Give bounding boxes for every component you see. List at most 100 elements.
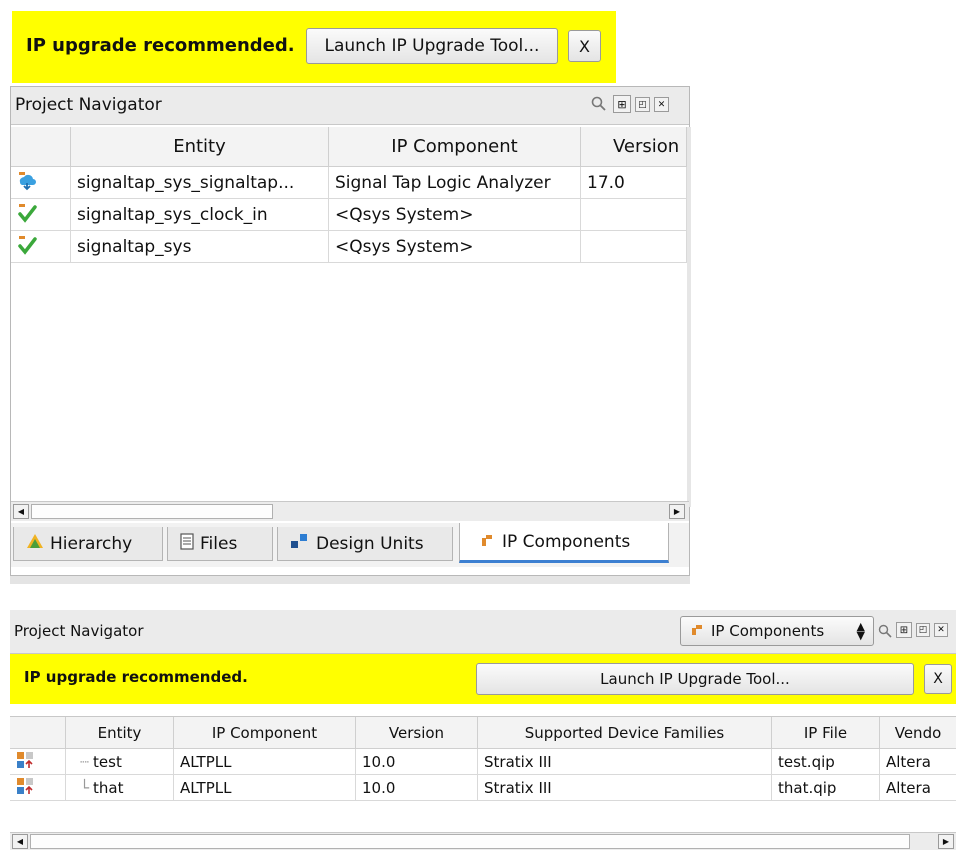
project-navigator-panel: Project Navigator ⊞ ◰ ✕ Entity IP Compon…	[10, 86, 691, 576]
column-header-vendor[interactable]: Vendo	[880, 717, 956, 749]
ip-core-icon	[16, 751, 34, 773]
column-header-ip-component[interactable]: IP Component	[174, 717, 356, 749]
top-screenshot: IP upgrade recommended. Launch IP Upgrad…	[0, 0, 702, 585]
files-icon	[180, 532, 194, 555]
ip-upgrade-icon	[17, 171, 37, 195]
entity-cell: signaltap_sys	[71, 231, 329, 263]
pin-icon[interactable]: ⊞	[896, 622, 912, 638]
scroll-thumb[interactable]	[31, 504, 273, 519]
vendor-cell: Altera	[880, 775, 956, 801]
ip-components-icon	[691, 622, 703, 640]
ip-ok-icon	[17, 203, 37, 227]
row-icon-cell	[10, 749, 66, 775]
tab-hierarchy[interactable]: Hierarchy	[13, 527, 163, 561]
tab-label: Files	[200, 533, 238, 554]
entity-cell: └ that	[66, 775, 174, 801]
version-cell: 17.0	[581, 167, 687, 199]
navigator-tabs: Hierarchy Files Design Units IP Componen…	[11, 523, 689, 567]
column-header-supported-device-families[interactable]: Supported Device Families	[478, 717, 772, 749]
splitter-grip[interactable]	[697, 87, 701, 127]
tab-label: Design Units	[316, 533, 424, 554]
ip-component-cell: Signal Tap Logic Analyzer	[329, 167, 581, 199]
tab-label: IP Components	[502, 531, 631, 552]
upgrade-message: IP upgrade recommended.	[24, 668, 248, 686]
column-header-version[interactable]: Version	[581, 127, 687, 167]
tree-branch-icon: └	[80, 778, 90, 797]
row-icon-cell	[10, 775, 66, 801]
entity-cell: signaltap_sys_signaltap...	[71, 167, 329, 199]
column-header-ip-file[interactable]: IP File	[772, 717, 880, 749]
device-families-cell: Stratix III	[478, 775, 772, 801]
scroll-right-arrow[interactable]: ▶	[669, 504, 685, 519]
ip-core-icon	[16, 777, 34, 799]
column-header-entity[interactable]: Entity	[71, 127, 329, 167]
table-row[interactable]: ┈ test ALTPLL 10.0 Stratix III test.qip …	[10, 749, 956, 775]
ip-component-cell: <Qsys System>	[329, 231, 581, 263]
navigator-titlebar: Project Navigator ⊞ ◰ ✕	[11, 87, 689, 125]
ip-file-cell: test.qip	[772, 749, 880, 775]
design-units-icon	[290, 533, 308, 554]
close-icon[interactable]: ✕	[654, 97, 669, 112]
navigator-titlebar: Project Navigator IP Components ▲ ▼ ⊞ ◰ ✕	[10, 610, 956, 654]
version-cell	[581, 199, 687, 231]
upgrade-banner: IP upgrade recommended. Launch IP Upgrad…	[10, 654, 956, 704]
row-icon-cell	[11, 199, 71, 231]
upgrade-message: IP upgrade recommended.	[26, 35, 295, 56]
float-icon[interactable]: ◰	[635, 97, 650, 112]
pin-icon[interactable]: ⊞	[613, 95, 631, 113]
close-banner-button[interactable]: X	[924, 664, 952, 694]
ip-file-cell: that.qip	[772, 775, 880, 801]
vendor-cell: Altera	[880, 749, 956, 775]
version-cell: 10.0	[356, 749, 478, 775]
ip-components-table: Entity IP Component Version Supported De…	[10, 716, 956, 820]
close-icon[interactable]: ✕	[934, 623, 948, 637]
entity-cell: ┈ test	[66, 749, 174, 775]
column-header-version[interactable]: Version	[356, 717, 478, 749]
launch-upgrade-button[interactable]: Launch IP Upgrade Tool...	[306, 28, 558, 64]
column-header-ip-component[interactable]: IP Component	[329, 127, 581, 167]
tab-design-units[interactable]: Design Units	[277, 527, 453, 561]
tab-ip-components[interactable]: IP Components	[459, 523, 669, 563]
navigator-title: Project Navigator	[15, 95, 162, 115]
tab-label: Hierarchy	[50, 533, 133, 554]
tab-files[interactable]: Files	[167, 527, 273, 561]
view-selector-value: IP Components	[711, 622, 825, 640]
ip-ok-icon	[17, 235, 37, 259]
table-row[interactable]: signaltap_sys_signaltap... Signal Tap Lo…	[11, 167, 687, 199]
view-selector-dropdown[interactable]: IP Components ▲ ▼	[680, 616, 874, 646]
horizontal-scrollbar[interactable]: ◀ ▶	[11, 501, 689, 521]
ip-components-icon	[480, 532, 494, 552]
upgrade-banner: IP upgrade recommended. Launch IP Upgrad…	[12, 11, 616, 83]
table-row[interactable]: └ that ALTPLL 10.0 Stratix III that.qip …	[10, 775, 956, 801]
column-header-icon[interactable]	[10, 717, 66, 749]
horizontal-scrollbar[interactable]: ◀ ▶	[10, 832, 956, 850]
table-row[interactable]: signaltap_sys <Qsys System>	[11, 231, 687, 263]
ip-component-cell: ALTPLL	[174, 775, 356, 801]
ip-component-cell: ALTPLL	[174, 749, 356, 775]
panel-bottom-strip	[10, 576, 690, 584]
device-families-cell: Stratix III	[478, 749, 772, 775]
entity-value: test	[93, 752, 122, 771]
hierarchy-icon	[26, 533, 44, 554]
scroll-thumb[interactable]	[30, 834, 910, 849]
search-icon[interactable]	[878, 623, 892, 642]
search-icon[interactable]	[591, 96, 607, 116]
vertical-scrollbar[interactable]	[687, 127, 691, 507]
float-icon[interactable]: ◰	[916, 623, 930, 637]
scroll-left-arrow[interactable]: ◀	[12, 834, 28, 849]
ip-component-cell: <Qsys System>	[329, 199, 581, 231]
column-header-icon[interactable]	[11, 127, 71, 167]
row-icon-cell	[11, 167, 71, 199]
table-row[interactable]: signaltap_sys_clock_in <Qsys System>	[11, 199, 687, 231]
tree-branch-icon: ┈	[80, 752, 90, 771]
column-header-entity[interactable]: Entity	[66, 717, 174, 749]
close-banner-button[interactable]: X	[568, 30, 601, 62]
entity-value: that	[93, 778, 124, 797]
updown-arrows-icon: ▲ ▼	[856, 620, 865, 642]
bottom-screenshot: Project Navigator IP Components ▲ ▼ ⊞ ◰ ✕…	[0, 604, 956, 852]
version-cell	[581, 231, 687, 263]
scroll-left-arrow[interactable]: ◀	[13, 504, 29, 519]
scroll-right-arrow[interactable]: ▶	[938, 834, 954, 849]
launch-upgrade-button[interactable]: Launch IP Upgrade Tool...	[476, 663, 914, 695]
navigator-title: Project Navigator	[14, 622, 144, 640]
